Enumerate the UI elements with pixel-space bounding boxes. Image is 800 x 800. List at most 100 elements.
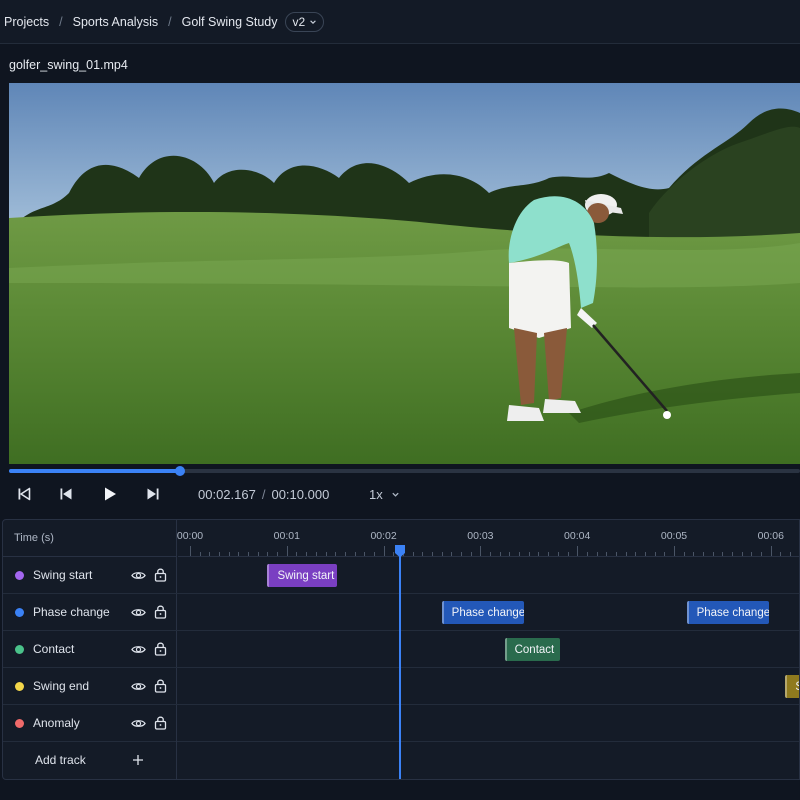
video-progress-bar[interactable]: [9, 466, 800, 476]
chevron-down-icon: [392, 492, 399, 497]
playback-speed-label: 1x: [369, 487, 383, 502]
clip-phase-change[interactable]: Phase change: [686, 601, 769, 624]
step-back-button[interactable]: [56, 484, 76, 504]
total-duration: 00:10.000: [271, 487, 330, 502]
track-name: Swing end: [33, 679, 90, 693]
time-separator: /: [261, 487, 266, 502]
step-forward-button[interactable]: [143, 484, 163, 504]
ruler-minor-tick: [499, 552, 501, 556]
ruler-minor-tick: [238, 552, 240, 556]
eye-icon[interactable]: [131, 679, 146, 694]
ruler-minor-tick: [412, 552, 414, 556]
video-frame[interactable]: [9, 83, 800, 464]
ruler-minor-tick: [441, 552, 443, 556]
lock-icon[interactable]: [154, 604, 167, 619]
lock-icon[interactable]: [154, 641, 167, 656]
clip-swing-end[interactable]: Swing end: [785, 675, 799, 698]
ruler-minor-tick: [693, 552, 695, 556]
track-row-phase-change: Phase change Phase change Phase change: [3, 594, 799, 631]
step-back-icon: [60, 488, 72, 500]
ruler-minor-tick: [761, 552, 763, 556]
eye-icon[interactable]: [131, 642, 146, 657]
ruler-minor-tick: [625, 552, 627, 556]
ruler-minor-tick: [528, 552, 530, 556]
clip-phase-change[interactable]: Phase change: [441, 601, 524, 624]
ruler-minor-tick: [470, 552, 472, 556]
plus-icon[interactable]: [131, 753, 145, 767]
step-forward-icon: [147, 488, 159, 500]
ruler-minor-tick: [451, 552, 453, 556]
ruler-major-tick: [383, 546, 385, 556]
clip-contact[interactable]: Contact: [504, 638, 560, 661]
ruler-minor-tick: [335, 552, 337, 556]
ruler-minor-tick: [654, 552, 656, 556]
add-track-row: Add track: [3, 741, 177, 779]
version-dropdown[interactable]: v2: [285, 11, 325, 32]
ruler-minor-tick: [315, 552, 317, 556]
ruler-minor-tick: [548, 552, 550, 556]
ruler-minor-tick: [354, 552, 356, 556]
play-button[interactable]: [100, 484, 120, 504]
playhead-handle[interactable]: [394, 544, 406, 558]
breadcrumb-projects[interactable]: Projects: [4, 15, 49, 29]
track-row-swing-end: Swing end Swing end: [3, 668, 799, 705]
ruler-minor-tick: [538, 552, 540, 556]
eye-icon[interactable]: [131, 605, 146, 620]
add-track-button[interactable]: Add track: [35, 753, 86, 767]
track-header-swing-end[interactable]: Swing end: [3, 668, 177, 704]
ruler-minor-tick: [615, 552, 617, 556]
video-progress-handle[interactable]: [175, 466, 186, 476]
track-color-dot: [15, 571, 24, 580]
ruler-tick-label: 00:01: [273, 530, 300, 542]
track-header-anomaly[interactable]: Anomaly: [3, 705, 177, 741]
video-filename: golfer_swing_01.mp4: [9, 58, 128, 72]
eye-icon[interactable]: [131, 568, 146, 583]
breadcrumb: Projects / Sports Analysis / Golf Swing …: [0, 0, 800, 44]
track-row-anomaly: Anomaly: [3, 705, 799, 742]
lock-icon[interactable]: [154, 678, 167, 693]
track-header-swing-start[interactable]: Swing start: [3, 557, 177, 593]
ruler-minor-tick: [751, 552, 753, 556]
playhead-line[interactable]: [398, 548, 401, 779]
ruler-major-tick: [190, 546, 191, 556]
ruler-minor-tick: [199, 552, 201, 556]
track-header-phase-change[interactable]: Phase change: [3, 594, 177, 630]
track-header-contact[interactable]: Contact: [3, 631, 177, 667]
track-row-swing-start: Swing start Swing start: [3, 557, 799, 594]
ruler-minor-tick: [664, 552, 666, 556]
ruler-minor-tick: [683, 552, 685, 556]
ruler-minor-tick: [219, 552, 221, 556]
breadcrumb-separator: /: [168, 14, 172, 29]
ruler-tick-label: 00:00: [176, 530, 204, 542]
ruler-minor-tick: [296, 552, 298, 556]
breadcrumb-golf-swing-study[interactable]: Golf Swing Study: [182, 15, 278, 29]
play-icon: [105, 487, 116, 501]
ruler-minor-tick: [606, 552, 608, 556]
ruler-minor-tick: [586, 552, 588, 556]
timeline-ruler[interactable]: 00:00 00:01 00:02 00:03 00:04 00:05 00:06: [176, 520, 799, 557]
ruler-minor-tick: [248, 552, 250, 556]
ruler-minor-tick: [596, 552, 598, 556]
ruler-tick-label: 00:06: [757, 530, 784, 542]
ruler-minor-tick: [364, 552, 366, 556]
lock-icon[interactable]: [154, 715, 167, 730]
playback-speed-dropdown[interactable]: 1x: [369, 487, 400, 502]
chevron-down-icon: [310, 19, 316, 24]
eye-icon[interactable]: [131, 716, 146, 731]
ruler-major-tick: [770, 546, 772, 556]
lock-icon[interactable]: [154, 567, 167, 582]
track-color-dot: [15, 608, 24, 617]
breadcrumb-separator: /: [59, 14, 63, 29]
track-name: Phase change: [33, 605, 110, 619]
skip-to-start-button[interactable]: [14, 484, 34, 504]
breadcrumb-sports-analysis[interactable]: Sports Analysis: [73, 15, 158, 29]
clip-swing-start[interactable]: Swing start: [267, 564, 338, 587]
ruler-minor-tick: [644, 552, 646, 556]
time-display: 00:02.167 / 00:10.000: [198, 487, 329, 502]
timeline-header-label: Time (s): [3, 520, 177, 557]
skip-to-start-icon: [18, 487, 31, 501]
track-row-contact: Contact Contact: [3, 631, 799, 668]
ruler-minor-tick: [519, 552, 521, 556]
ruler-major-tick: [577, 546, 579, 556]
ruler-minor-tick: [557, 552, 559, 556]
